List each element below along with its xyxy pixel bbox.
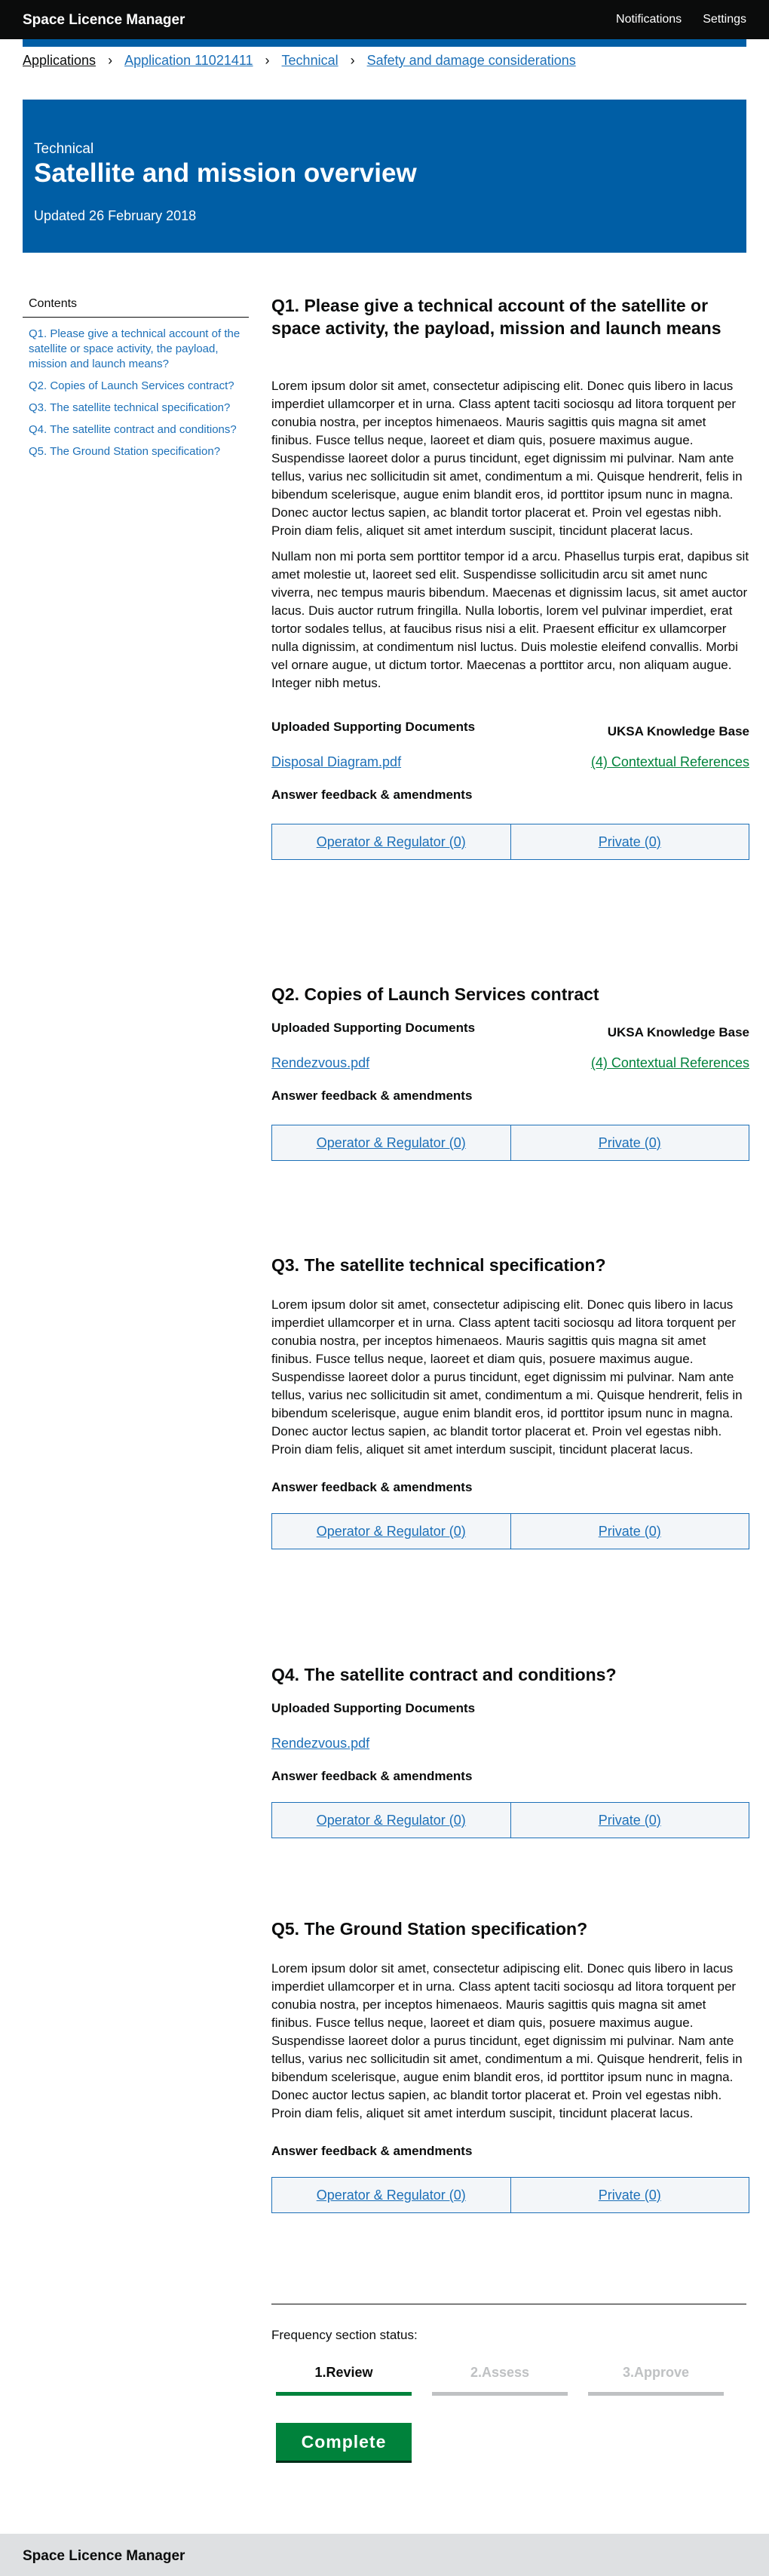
- step-progress-bar: [432, 2392, 568, 2396]
- question-title: Q5. The Ground Station specification?: [271, 1919, 588, 1939]
- question-title: Q1. Please give a technical account of t…: [271, 296, 722, 338]
- app-brand[interactable]: Space Licence Manager: [23, 12, 185, 29]
- feedback-tabs: Operator & Regulator (0) Private (0): [271, 824, 749, 860]
- contextual-references-link[interactable]: (4) Contextual References: [591, 754, 749, 770]
- chevron-right-icon: ›: [265, 53, 270, 68]
- contents-item-q4[interactable]: Q4. The satellite contract and condition…: [29, 422, 243, 438]
- answer-paragraph: Nullam non mi porta sem porttitor tempor…: [271, 549, 749, 690]
- feedback-tabs: Operator & Regulator (0) Private (0): [271, 1513, 749, 1549]
- feedback-tabs: Operator & Regulator (0) Private (0): [271, 1125, 749, 1161]
- answer-paragraph: Lorem ipsum dolor sit amet, consectetur …: [271, 1961, 743, 2120]
- chevron-right-icon: ›: [108, 53, 113, 68]
- chevron-right-icon: ›: [350, 53, 355, 68]
- question-q1: Q1. Please give a technical account of t…: [271, 294, 749, 860]
- uploaded-docs-label: Uploaded Supporting Documents: [271, 720, 476, 734]
- knowledge-base-label: UKSA Knowledge Base: [607, 724, 749, 738]
- top-header: Space Licence Manager Notifications Sett…: [0, 0, 769, 39]
- step-label: 3.Approve: [622, 2365, 690, 2380]
- question-q4: Q4. The satellite contract and condition…: [271, 1663, 749, 1838]
- question-q3: Q3. The satellite technical specificatio…: [271, 1254, 749, 1549]
- section-caption: Technical: [34, 141, 94, 157]
- step-label: 2.Assess: [470, 2365, 530, 2380]
- breadcrumb: Applications › Application 11021411 › Te…: [23, 53, 576, 69]
- footer-brand: Space Licence Manager: [23, 2548, 185, 2564]
- tab-operator-regulator[interactable]: Operator & Regulator (0): [272, 1514, 510, 1549]
- feedback-title: Answer feedback & amendments: [271, 788, 473, 802]
- question-title: Q2. Copies of Launch Services contract: [271, 984, 599, 1004]
- updated-date: Updated 26 February 2018: [34, 208, 197, 223]
- tab-private[interactable]: Private (0): [510, 2178, 749, 2212]
- settings-link[interactable]: Settings: [703, 13, 746, 26]
- contents-nav: Contents Q1. Please give a technical acc…: [23, 293, 249, 466]
- feedback-tabs: Operator & Regulator (0) Private (0): [271, 1802, 749, 1838]
- tab-operator-regulator[interactable]: Operator & Regulator (0): [272, 2178, 510, 2212]
- step-review[interactable]: 1.Review: [276, 2365, 412, 2396]
- document-link[interactable]: Disposal Diagram.pdf: [271, 754, 401, 770]
- page-title: Satellite and mission overview: [34, 158, 417, 188]
- contents-heading: Contents: [23, 293, 249, 318]
- contents-item-q2[interactable]: Q2. Copies of Launch Services contract?: [29, 379, 243, 394]
- tab-private[interactable]: Private (0): [510, 1125, 749, 1160]
- breadcrumb-safety[interactable]: Safety and damage considerations: [367, 53, 576, 69]
- contents-item-q3[interactable]: Q3. The satellite technical specificatio…: [29, 401, 243, 416]
- step-progress-bar: [588, 2392, 724, 2396]
- contents-item-q5[interactable]: Q5. The Ground Station specification?: [29, 444, 243, 459]
- step-label: 1.Review: [314, 2365, 373, 2380]
- contents-item-q1[interactable]: Q1. Please give a technical account of t…: [29, 327, 243, 372]
- uploaded-docs-label: Uploaded Supporting Documents: [271, 1701, 476, 1715]
- frequency-status-label: Frequency section status:: [271, 2328, 418, 2342]
- breadcrumb-applications[interactable]: Applications: [23, 53, 96, 69]
- feedback-tabs: Operator & Regulator (0) Private (0): [271, 2177, 749, 2213]
- answer-paragraph: Lorem ipsum dolor sit amet, consectetur …: [271, 379, 743, 538]
- document-link[interactable]: Rendezvous.pdf: [271, 1736, 369, 1752]
- knowledge-base-label: UKSA Knowledge Base: [607, 1025, 749, 1039]
- status-steps: 1.Review 2.Assess 3.Approve: [276, 2365, 724, 2396]
- feedback-title: Answer feedback & amendments: [271, 1769, 473, 1783]
- step-assess[interactable]: 2.Assess: [432, 2365, 568, 2396]
- header-accent-bar: [23, 39, 746, 47]
- feedback-title: Answer feedback & amendments: [271, 1480, 473, 1494]
- breadcrumb-technical[interactable]: Technical: [282, 53, 339, 69]
- tab-operator-regulator[interactable]: Operator & Regulator (0): [272, 824, 510, 859]
- breadcrumb-application[interactable]: Application 11021411: [124, 53, 253, 69]
- supporting-documents: Uploaded Supporting Documents UKSA Knowl…: [271, 720, 749, 788]
- supporting-documents: Uploaded Supporting Documents Rendezvous…: [271, 1701, 749, 1769]
- tab-private[interactable]: Private (0): [510, 1514, 749, 1549]
- tab-operator-regulator[interactable]: Operator & Regulator (0): [272, 1125, 510, 1160]
- tab-private[interactable]: Private (0): [510, 824, 749, 859]
- step-progress-bar: [276, 2392, 412, 2396]
- header-nav: Notifications Settings: [616, 13, 746, 26]
- feedback-title: Answer feedback & amendments: [271, 1088, 473, 1103]
- document-link[interactable]: Rendezvous.pdf: [271, 1055, 369, 1071]
- page-hero: Technical Satellite and mission overview…: [23, 100, 746, 253]
- question-title: Q3. The satellite technical specificatio…: [271, 1255, 606, 1275]
- notifications-link[interactable]: Notifications: [616, 13, 682, 26]
- uploaded-docs-label: Uploaded Supporting Documents: [271, 1021, 476, 1035]
- question-title: Q4. The satellite contract and condition…: [271, 1665, 617, 1684]
- answer-paragraph: Lorem ipsum dolor sit amet, consectetur …: [271, 1297, 743, 1457]
- complete-button[interactable]: Complete: [276, 2423, 412, 2461]
- page-footer: Space Licence Manager: [0, 2534, 769, 2576]
- tab-private[interactable]: Private (0): [510, 1803, 749, 1838]
- question-q5: Q5. The Ground Station specification? Lo…: [271, 1917, 749, 2213]
- question-q2: Q2. Copies of Launch Services contract U…: [271, 983, 749, 1161]
- feedback-title: Answer feedback & amendments: [271, 2144, 473, 2158]
- tab-operator-regulator[interactable]: Operator & Regulator (0): [272, 1803, 510, 1838]
- supporting-documents: Uploaded Supporting Documents UKSA Knowl…: [271, 1021, 749, 1088]
- contextual-references-link[interactable]: (4) Contextual References: [591, 1055, 749, 1071]
- step-approve[interactable]: 3.Approve: [588, 2365, 724, 2396]
